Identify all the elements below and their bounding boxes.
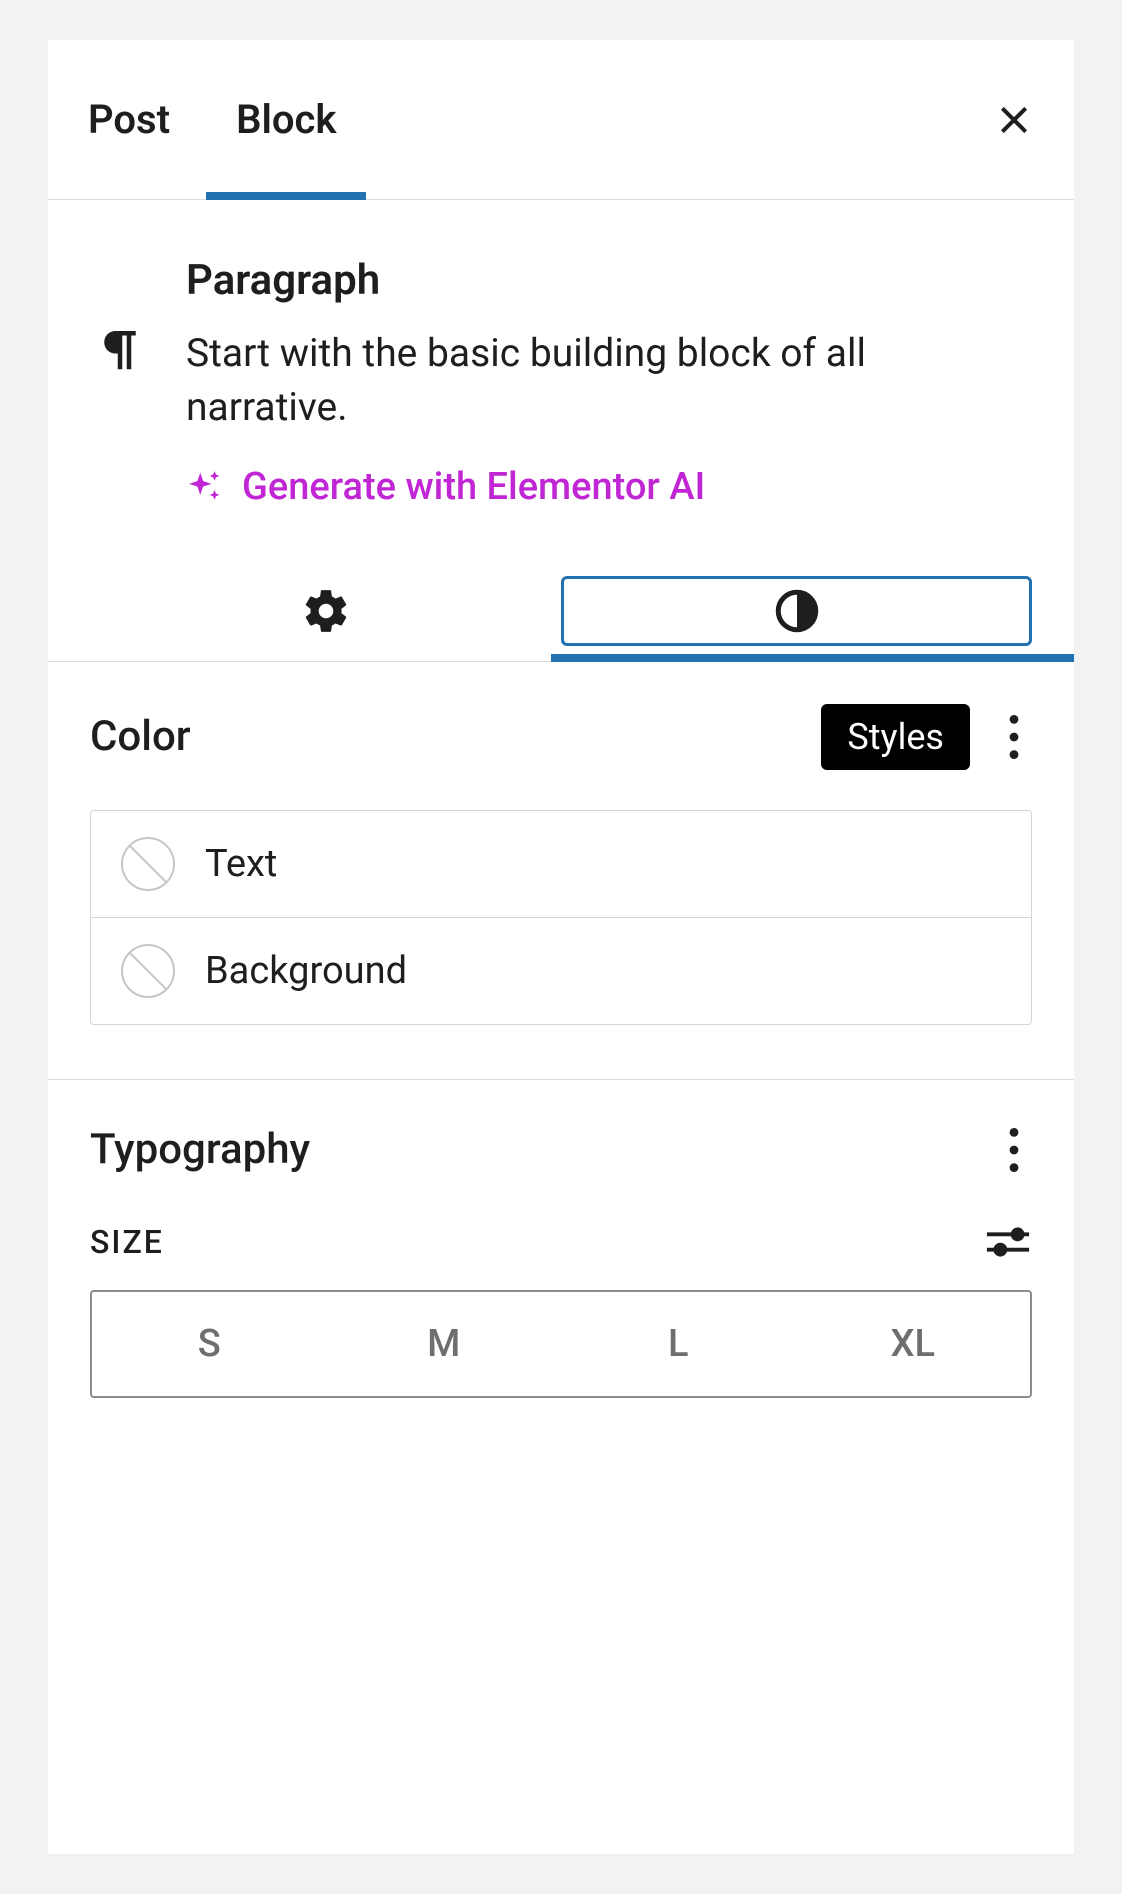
section-typography: Typography SIZE S M L XL	[48, 1080, 1074, 1452]
block-title: Paragraph	[186, 256, 1032, 305]
paragraph-icon	[90, 256, 150, 509]
generate-ai-link[interactable]: Generate with Elementor AI	[186, 465, 1032, 509]
block-caption: Start with the basic building block of a…	[186, 327, 1032, 435]
no-color-swatch-icon	[121, 837, 175, 891]
gear-icon	[301, 586, 351, 636]
block-subtabs	[48, 539, 1074, 662]
color-label-text: Text	[205, 842, 277, 886]
kebab-icon	[1009, 715, 1019, 759]
section-head-color: Color Styles	[90, 704, 1032, 770]
kebab-icon	[1009, 1128, 1019, 1172]
block-description-text: Paragraph Start with the basic building …	[186, 256, 1032, 509]
size-option-l[interactable]: L	[561, 1292, 796, 1396]
close-button[interactable]	[990, 96, 1038, 144]
color-list: Text Background	[90, 810, 1032, 1025]
size-row: SIZE	[90, 1218, 1032, 1266]
section-title-color: Color	[90, 712, 191, 761]
tab-post[interactable]: Post	[84, 40, 206, 199]
size-option-s[interactable]: S	[92, 1292, 327, 1396]
color-options-menu[interactable]	[996, 709, 1032, 765]
size-option-m[interactable]: M	[327, 1292, 562, 1396]
section-title-typography: Typography	[90, 1125, 310, 1174]
sliders-icon	[985, 1225, 1031, 1259]
styles-tooltip: Styles	[821, 704, 970, 770]
generate-ai-label: Generate with Elementor AI	[242, 465, 705, 509]
sparkle-icon	[186, 468, 224, 506]
close-icon	[994, 100, 1034, 140]
color-label-background: Background	[205, 949, 407, 993]
typography-options-menu[interactable]	[996, 1122, 1032, 1178]
color-row-background[interactable]: Background	[91, 917, 1031, 1024]
size-segmented-control: S M L XL	[90, 1290, 1032, 1398]
color-row-text[interactable]: Text	[91, 811, 1031, 917]
block-description: Paragraph Start with the basic building …	[48, 200, 1074, 539]
size-option-xl[interactable]: XL	[796, 1292, 1031, 1396]
tab-block[interactable]: Block	[206, 40, 366, 199]
block-inspector-panel: Post Block Paragraph Start with the basi…	[48, 40, 1074, 1854]
size-label: SIZE	[90, 1223, 164, 1261]
half-circle-icon	[772, 586, 822, 636]
subtab-styles[interactable]	[561, 561, 1032, 661]
custom-size-button[interactable]	[984, 1218, 1032, 1266]
section-head-typography: Typography	[90, 1122, 1032, 1178]
section-color: Color Styles Text Background	[48, 662, 1074, 1080]
inspector-tabs: Post Block	[48, 40, 1074, 200]
subtab-settings[interactable]	[90, 561, 561, 661]
no-color-swatch-icon	[121, 944, 175, 998]
